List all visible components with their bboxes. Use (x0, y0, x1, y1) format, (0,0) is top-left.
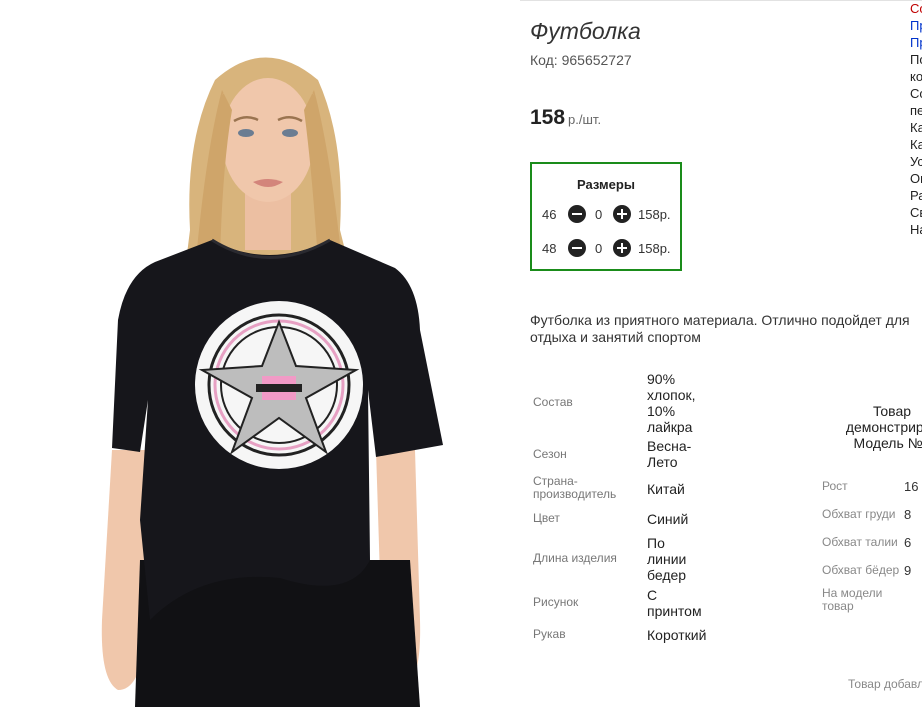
model-hips-label: Обхват бёдер (822, 563, 900, 577)
sidebar-item: На (910, 222, 922, 237)
spec-label-country: Страна- производитель (533, 475, 616, 501)
size-price: 158р. (638, 207, 671, 222)
spec-value-season: Весна- Лето (647, 438, 691, 470)
model-waist-label: Обхват талии (822, 535, 898, 549)
size-selector: Размеры 46 0 158р. 48 0 158р. (530, 162, 682, 271)
spec-label-pattern: Рисунок (533, 595, 579, 609)
right-sidebar-menu: Со Пр Пр По ко Со пе Ка Ка Ус Оп Ра Св Н… (910, 0, 922, 238)
spec-label-composition: Состав (533, 395, 573, 409)
spec-value-line: По (647, 535, 665, 551)
sidebar-item: Со (910, 86, 922, 101)
spec-value-line: линии (647, 551, 687, 567)
spec-label-color: Цвет (533, 511, 560, 525)
spec-value-sleeve: Короткий (647, 627, 707, 643)
spec-value-line: 10% (647, 403, 676, 419)
model-height-label: Рост (822, 479, 848, 493)
sidebar-link[interactable]: Пр (910, 17, 922, 34)
size-label: 46 (542, 207, 557, 222)
model-chest-label: Обхват груди (822, 507, 896, 521)
spec-value-line: принтом (647, 603, 702, 619)
product-title: Футболка (530, 18, 641, 44)
sidebar-link[interactable]: Пр (910, 34, 922, 51)
sidebar-item: Св (910, 205, 922, 220)
size-row: 46 0 158р. (532, 205, 680, 225)
model-header-line: Модель №6 (853, 435, 922, 451)
quantity-value: 0 (595, 241, 603, 256)
spec-value-line: хлопок, (647, 387, 696, 403)
product-code: Код: 965652727 (530, 52, 632, 68)
spec-value-length: По линии бедер (647, 535, 686, 583)
model-header-line: Товар (872, 403, 912, 419)
spec-value-country: Китай (647, 481, 685, 497)
sidebar-item: Ка (910, 137, 922, 152)
spec-label-sleeve: Рукав (533, 627, 566, 641)
product-description: Футболка из приятного материала. Отлично… (530, 312, 922, 346)
sidebar-item: Ра (910, 188, 922, 203)
quantity-value: 0 (595, 207, 603, 222)
model-chest-value: 8 (904, 507, 912, 522)
spec-value-color: Синий (647, 511, 689, 527)
price-unit: р./шт. (568, 112, 602, 127)
spec-label-length: Длина изделия (533, 551, 617, 565)
size-price: 158р. (638, 241, 671, 256)
spec-label-season: Сезон (533, 447, 567, 461)
price-value: 158 (530, 106, 566, 129)
size-row: 48 0 158р. (532, 239, 680, 259)
spec-value-line: лайкра (647, 419, 693, 435)
sidebar-item: Ка (910, 120, 922, 135)
spec-value-line: Лето (647, 454, 678, 470)
model-hips-value: 9 (904, 563, 912, 578)
spec-value-pattern: С принтом (647, 587, 702, 619)
model-waist-value: 6 (904, 535, 912, 550)
increase-quantity-button[interactable] (613, 205, 631, 223)
product-photo[interactable] (0, 0, 520, 707)
spec-value-line: С (647, 587, 658, 603)
sizes-header: Размеры (577, 177, 635, 192)
decrease-quantity-button[interactable] (568, 239, 586, 257)
description-line: Футболка из приятного материала. Отлично… (530, 312, 910, 328)
model-header-line: демонстрируе (845, 419, 922, 435)
sidebar-item: По (910, 52, 922, 67)
spec-value-line: Весна- (647, 438, 692, 454)
increase-quantity-button[interactable] (613, 239, 631, 257)
size-label: 48 (542, 241, 557, 256)
product-price: 158 р./шт. (530, 106, 601, 130)
model-height-value: 16 (904, 479, 919, 494)
spec-value-composition: 90% хлопок, 10% лайкра (647, 371, 696, 435)
spec-value-line: 90% (647, 371, 676, 387)
model-label-line: товар (822, 599, 854, 613)
model-info-header: Товар демонстрируе Модель №6 (822, 403, 922, 451)
decrease-quantity-button[interactable] (568, 205, 586, 223)
sidebar-item: Оп (910, 171, 922, 186)
product-image (0, 0, 520, 707)
sidebar-item: пе (910, 103, 922, 118)
sidebar-item[interactable]: Со (910, 0, 922, 17)
added-date-text: Товар добавл (848, 677, 922, 691)
sidebar-item: ко (910, 69, 922, 84)
description-line: отдыха и занятий спортом (530, 329, 701, 345)
spec-label-line: производитель (533, 487, 617, 501)
model-on-model-label: На модели товар (822, 587, 882, 613)
sidebar-item: Ус (910, 154, 922, 169)
spec-value-line: бедер (647, 567, 687, 583)
